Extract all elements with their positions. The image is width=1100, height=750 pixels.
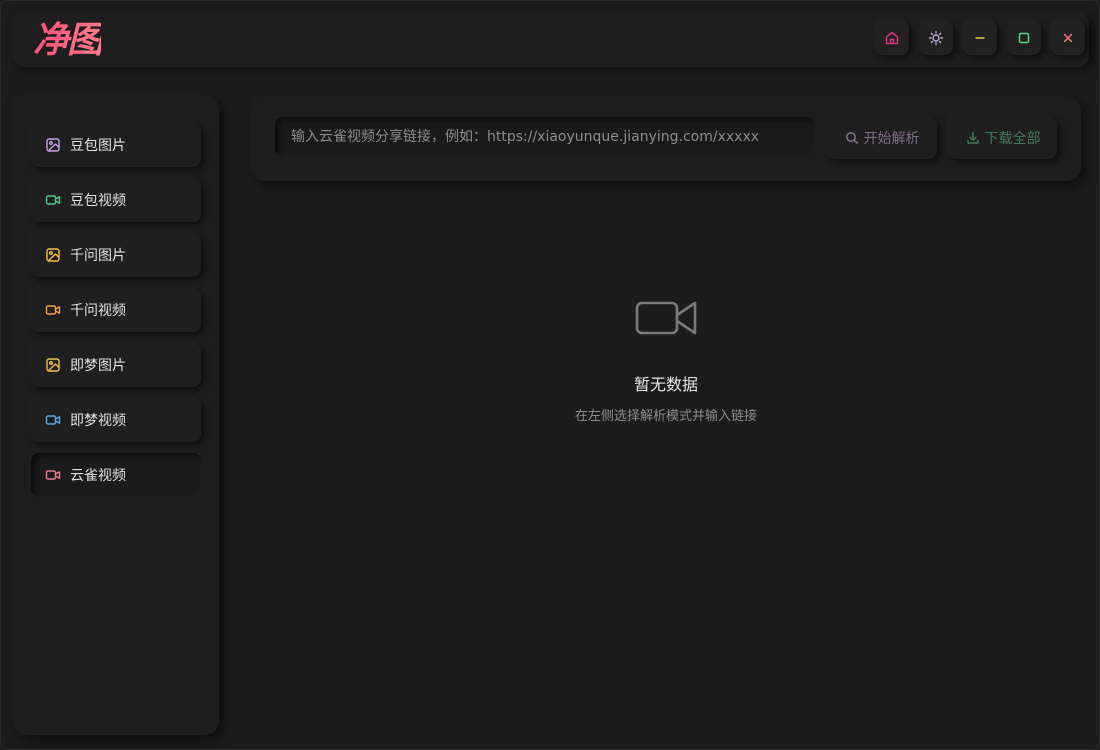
- sidebar-item-jimeng-video[interactable]: 即梦视频: [31, 398, 201, 442]
- download-button-label: 下载全部: [984, 131, 1041, 147]
- empty-state-subtitle: 在左侧选择解析模式并输入链接: [574, 409, 757, 424]
- download-all-button[interactable]: 下载全部: [949, 117, 1057, 159]
- video-icon: [45, 305, 61, 315]
- theme-toggle-button[interactable]: [919, 21, 953, 55]
- sun-icon: [928, 30, 944, 46]
- sidebar-item-label: 千问视频: [70, 303, 126, 319]
- home-icon: [885, 31, 899, 45]
- sidebar-item-qianwen-image[interactable]: 千问图片: [31, 233, 201, 277]
- sidebar-item-label: 即梦视频: [70, 413, 126, 429]
- maximize-button[interactable]: [1007, 21, 1041, 55]
- title-bar[interactable]: 净图: [13, 11, 1089, 67]
- video-icon: [45, 415, 61, 425]
- search-icon: [845, 132, 858, 144]
- empty-state-title: 暂无数据: [633, 375, 698, 394]
- empty-state: 暂无数据 在左侧选择解析模式并输入链接: [251, 291, 1081, 424]
- sidebar-item-doubao-video[interactable]: 豆包视频: [31, 178, 201, 222]
- app-logo: 净图: [33, 19, 103, 61]
- image-icon: [46, 248, 60, 262]
- image-icon: [46, 358, 60, 372]
- sidebar: 豆包图片 豆包视频 千问图片 千问视频 即梦图片 即梦视频 云雀视频: [13, 95, 219, 735]
- video-icon: [45, 470, 61, 480]
- sidebar-item-qianwen-video[interactable]: 千问视频: [31, 288, 201, 332]
- sidebar-item-label: 豆包图片: [70, 138, 126, 154]
- sidebar-item-label: 豆包视频: [70, 193, 126, 209]
- window-controls: [875, 21, 1085, 55]
- parse-button-label: 开始解析: [863, 131, 920, 147]
- sidebar-item-label: 即梦图片: [70, 358, 126, 374]
- maximize-icon: [1018, 32, 1030, 44]
- home-button[interactable]: [875, 21, 909, 55]
- minimize-icon: [975, 37, 985, 39]
- minimize-button[interactable]: [963, 21, 997, 55]
- sidebar-item-label: 云雀视频: [70, 468, 126, 484]
- image-icon: [46, 138, 60, 152]
- sidebar-item-jimeng-image[interactable]: 即梦图片: [31, 343, 201, 387]
- video-icon: [45, 195, 61, 205]
- sidebar-item-label: 千问图片: [70, 248, 126, 264]
- input-panel: 开始解析 下载全部: [251, 97, 1081, 181]
- video-camera-icon: [635, 301, 697, 335]
- sidebar-item-yunque-video[interactable]: 云雀视频: [31, 453, 201, 497]
- close-icon: [1063, 33, 1073, 43]
- parse-button[interactable]: 开始解析: [827, 117, 937, 159]
- url-input[interactable]: [275, 117, 815, 157]
- download-icon: [966, 132, 979, 144]
- app-window: 净图 豆包图片 豆包视频 千问图片 千问视频 即梦图片 即梦视频 云雀视频 输入…: [0, 0, 1100, 750]
- close-button[interactable]: [1051, 21, 1085, 55]
- sidebar-item-doubao-image[interactable]: 豆包图片: [31, 123, 201, 167]
